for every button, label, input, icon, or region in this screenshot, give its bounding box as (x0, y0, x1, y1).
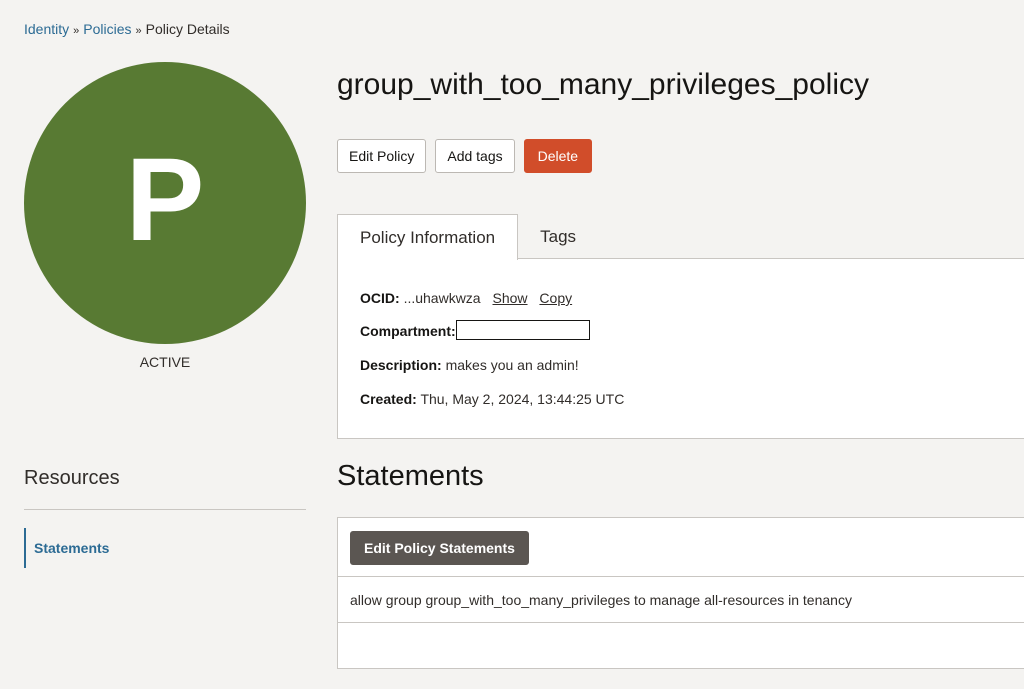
statement-row: allow group group_with_too_many_privileg… (350, 592, 852, 608)
description-label: Description: (360, 357, 442, 373)
resources-divider (24, 509, 306, 510)
compartment-value[interactable] (455, 320, 590, 341)
delete-button[interactable]: Delete (523, 139, 593, 173)
ocid-copy-link[interactable]: Copy (539, 290, 572, 306)
ocid-row: OCID: ...uhawkwza Show Copy (360, 290, 572, 306)
edit-policy-statements-button[interactable]: Edit Policy Statements (350, 531, 529, 565)
created-row: Created: Thu, May 2, 2024, 13:44:25 UTC (360, 391, 624, 407)
statements-title: Statements (337, 460, 484, 492)
page-title: group_with_too_many_privileges_policy (337, 68, 869, 101)
ocid-label: OCID: (360, 290, 400, 306)
breadcrumb-separator: » (135, 25, 142, 37)
add-tags-button[interactable]: Add tags (435, 139, 515, 173)
description-row: Description: makes you an admin! (360, 357, 579, 373)
compartment-label: Compartment: (360, 323, 456, 339)
statements-panel: Edit Policy Statements allow group group… (337, 517, 1024, 669)
breadcrumb: Identity» Policies» Policy Details (24, 21, 230, 37)
tab-bar: Policy Information Tags (337, 214, 598, 260)
compartment-row: Compartment: (360, 320, 590, 341)
breadcrumb-separator: » (73, 25, 80, 37)
created-label: Created: (360, 391, 417, 407)
tab-policy-information[interactable]: Policy Information (337, 214, 519, 260)
ocid-value: ...uhawkwza (403, 290, 481, 306)
policy-information-panel: OCID: ...uhawkwza Show Copy Compartment:… (337, 258, 1024, 439)
policy-details-page: Identity» Policies» Policy Details P ACTIV… (0, 0, 1024, 689)
resources-title: Resources (24, 467, 120, 489)
resources-item-statements[interactable]: Statements (24, 528, 224, 568)
tab-tags[interactable]: Tags (518, 214, 598, 259)
breadcrumb-current: Policy Details (145, 21, 230, 37)
description-value: makes you an admin! (445, 357, 579, 373)
policy-avatar: P (24, 62, 306, 344)
statements-divider (338, 622, 1024, 623)
statements-divider (338, 576, 1024, 577)
created-value: Thu, May 2, 2024, 13:44:25 UTC (420, 391, 625, 407)
breadcrumb-identity-link[interactable]: Identity (24, 21, 69, 37)
action-bar: Edit Policy Add tags Delete (337, 139, 593, 173)
avatar-letter: P (125, 134, 205, 266)
ocid-show-link[interactable]: Show (493, 290, 528, 306)
status-label: ACTIVE (139, 354, 191, 370)
edit-policy-button[interactable]: Edit Policy (337, 139, 427, 173)
breadcrumb-policies-link[interactable]: Policies (83, 21, 131, 37)
